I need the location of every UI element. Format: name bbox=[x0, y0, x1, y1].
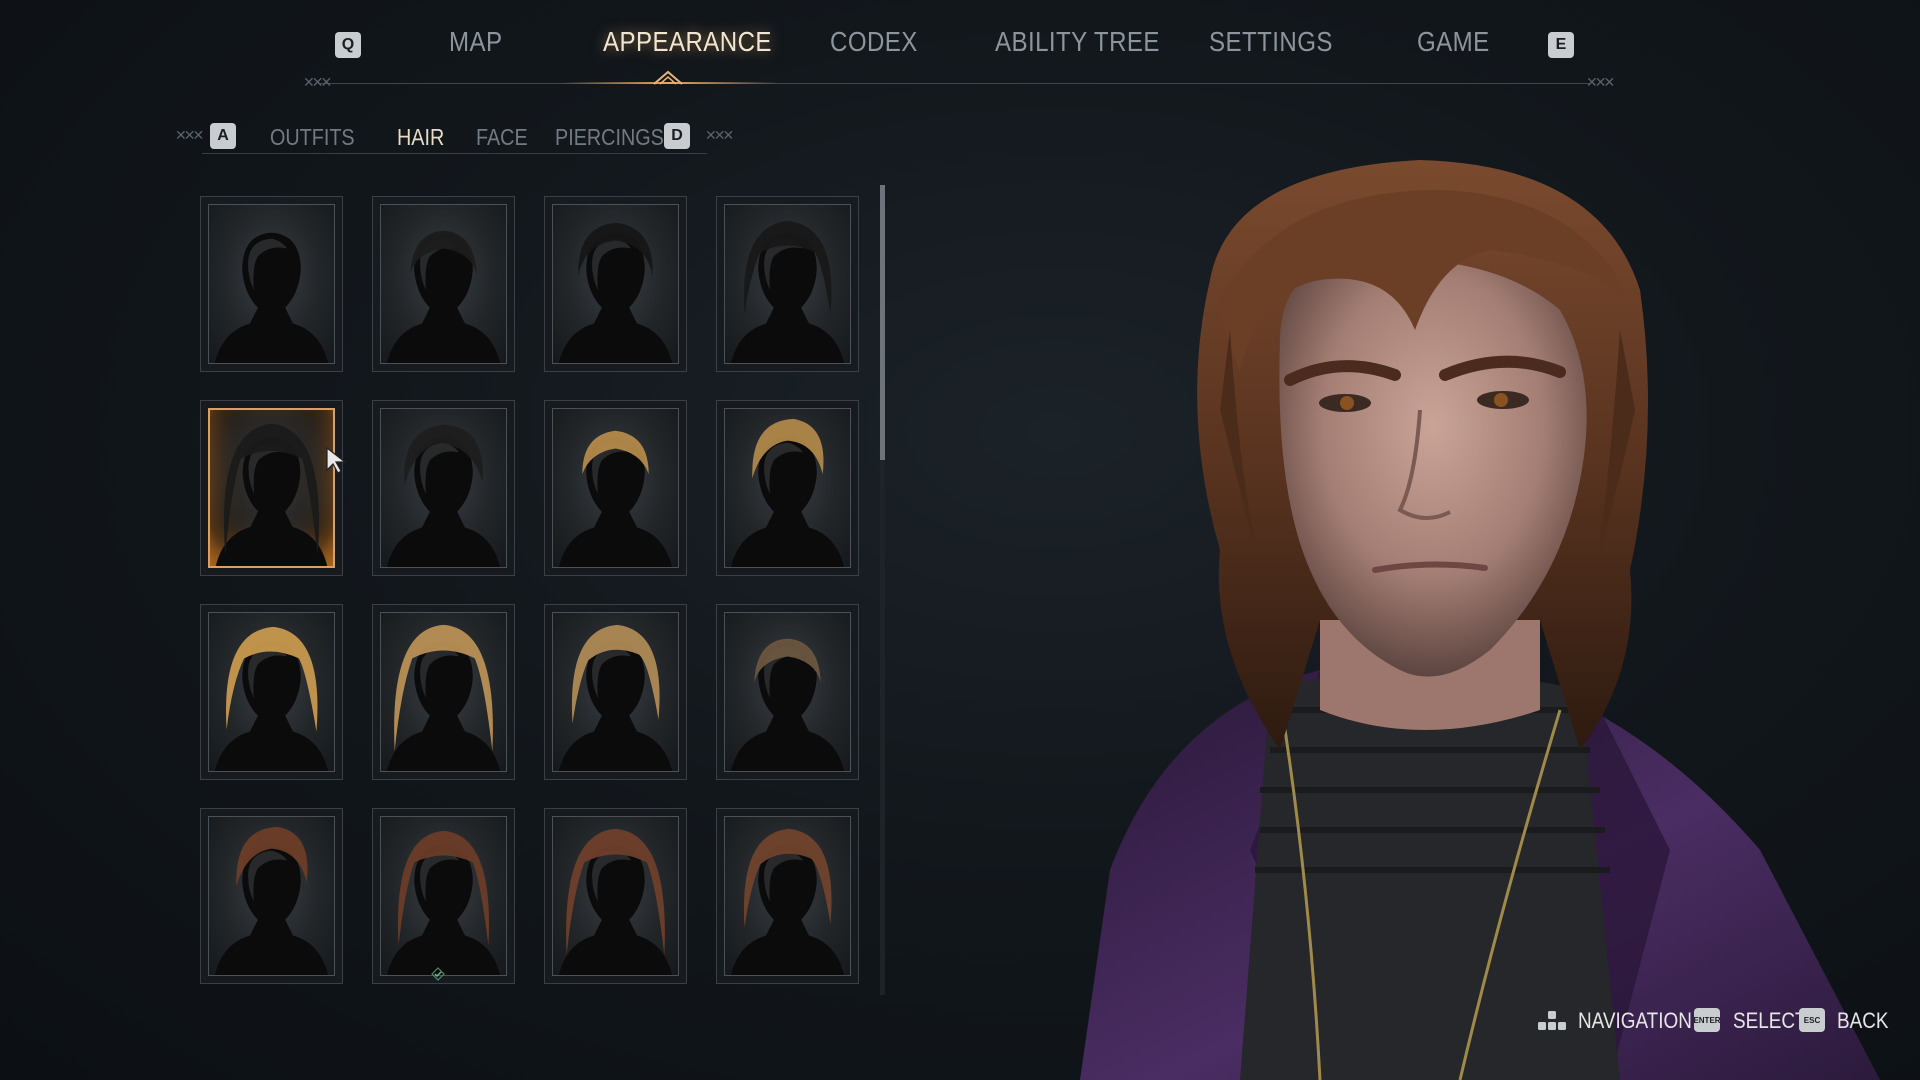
next-tab-key[interactable]: E bbox=[1548, 32, 1574, 58]
enter-key-icon[interactable]: ENTER bbox=[1693, 1008, 1721, 1032]
tab-settings[interactable]: SETTINGS bbox=[1209, 26, 1333, 58]
sub-right-ornament-icon: ✕✕✕ bbox=[705, 127, 734, 143]
mannequin-head-icon bbox=[214, 626, 329, 771]
hair-option-preview bbox=[208, 612, 335, 772]
hair-option-preview bbox=[552, 612, 679, 772]
active-tab-chevron-icon bbox=[653, 70, 683, 85]
select-hint-label: SELECT bbox=[1733, 1008, 1807, 1033]
hair-option-preview bbox=[380, 816, 507, 976]
subtab-outfits[interactable]: OUTFITS bbox=[270, 124, 355, 151]
navigation-hint-label: NAVIGATION bbox=[1578, 1008, 1692, 1033]
esc-key-icon[interactable]: ESC bbox=[1799, 1008, 1825, 1032]
hair-option-preview bbox=[724, 816, 851, 976]
hair-option[interactable] bbox=[544, 400, 687, 576]
hair-option-preview bbox=[724, 408, 851, 568]
subtab-hair[interactable]: HAIR bbox=[397, 124, 444, 151]
character-portrait bbox=[1080, 160, 1880, 1080]
hair-option[interactable] bbox=[372, 196, 515, 372]
mannequin-head-icon bbox=[214, 826, 329, 975]
tab-map[interactable]: MAP bbox=[449, 26, 502, 58]
grid-scrollbar-thumb[interactable] bbox=[880, 185, 885, 460]
hair-option-preview bbox=[552, 204, 679, 364]
hair-option[interactable] bbox=[544, 196, 687, 372]
mannequin-head-icon bbox=[558, 222, 673, 363]
hair-option-preview bbox=[208, 408, 335, 568]
hair-option[interactable] bbox=[544, 808, 687, 984]
hair-option[interactable] bbox=[716, 604, 859, 780]
hair-grid bbox=[200, 196, 865, 996]
navigation-keys-icon bbox=[1538, 1011, 1566, 1030]
hair-option[interactable] bbox=[200, 808, 343, 984]
right-ornament-icon: ✕✕✕ bbox=[1586, 74, 1615, 90]
hair-option-preview bbox=[552, 816, 679, 976]
hair-option[interactable] bbox=[200, 400, 343, 576]
mannequin-head-icon bbox=[214, 232, 329, 363]
left-ornament-icon: ✕✕✕ bbox=[303, 74, 332, 90]
prev-subtab-key[interactable]: A bbox=[210, 123, 236, 149]
hair-option[interactable] bbox=[200, 604, 343, 780]
tab-ability-tree[interactable]: ABILITY TREE bbox=[995, 26, 1160, 58]
next-subtab-key[interactable]: D bbox=[664, 123, 690, 149]
back-hint-label: BACK bbox=[1837, 1008, 1889, 1033]
mannequin-head-icon bbox=[386, 230, 501, 363]
top-navigation: Q MAP APPEARANCE CODEX ABILITY TREE SETT… bbox=[0, 0, 1920, 100]
hair-option[interactable] bbox=[372, 400, 515, 576]
tab-appearance[interactable]: APPEARANCE bbox=[603, 26, 772, 58]
mannequin-head-icon bbox=[386, 424, 501, 567]
mannequin-head-icon bbox=[558, 430, 673, 567]
mouse-cursor-icon bbox=[326, 446, 347, 474]
hair-option-preview bbox=[380, 204, 507, 364]
mannequin-head-icon bbox=[730, 638, 845, 771]
hair-option[interactable] bbox=[200, 196, 343, 372]
mannequin-head-icon bbox=[558, 828, 673, 975]
sub-left-ornament-icon: ✕✕✕ bbox=[175, 127, 204, 143]
mannequin-head-icon bbox=[730, 220, 845, 363]
hair-option-preview bbox=[208, 204, 335, 364]
hair-option-preview bbox=[208, 816, 335, 976]
subtab-piercings[interactable]: PIERCINGS bbox=[555, 124, 664, 151]
hair-option[interactable] bbox=[716, 400, 859, 576]
hair-option[interactable] bbox=[716, 196, 859, 372]
hair-option[interactable] bbox=[372, 808, 515, 984]
hair-option-preview bbox=[724, 204, 851, 364]
hair-option[interactable] bbox=[544, 604, 687, 780]
nav-divider bbox=[318, 83, 1590, 84]
prev-tab-key[interactable]: Q bbox=[335, 32, 361, 58]
subtab-face[interactable]: FACE bbox=[476, 124, 528, 151]
equipped-check-icon bbox=[431, 967, 445, 981]
tab-codex[interactable]: CODEX bbox=[830, 26, 918, 58]
mannequin-head-icon bbox=[730, 828, 845, 975]
mannequin-head-icon bbox=[730, 418, 845, 567]
hair-option[interactable] bbox=[716, 808, 859, 984]
hair-option-preview bbox=[552, 408, 679, 568]
hair-option-preview bbox=[380, 612, 507, 772]
hair-option-preview bbox=[724, 612, 851, 772]
mannequin-head-icon bbox=[386, 830, 501, 975]
mannequin-head-icon bbox=[558, 624, 673, 771]
tab-game[interactable]: GAME bbox=[1417, 26, 1490, 58]
hair-option[interactable] bbox=[372, 604, 515, 780]
mannequin-head-icon bbox=[386, 624, 501, 771]
hair-option-preview bbox=[380, 408, 507, 568]
subnav-divider bbox=[202, 153, 707, 154]
mannequin-head-icon bbox=[215, 423, 328, 566]
